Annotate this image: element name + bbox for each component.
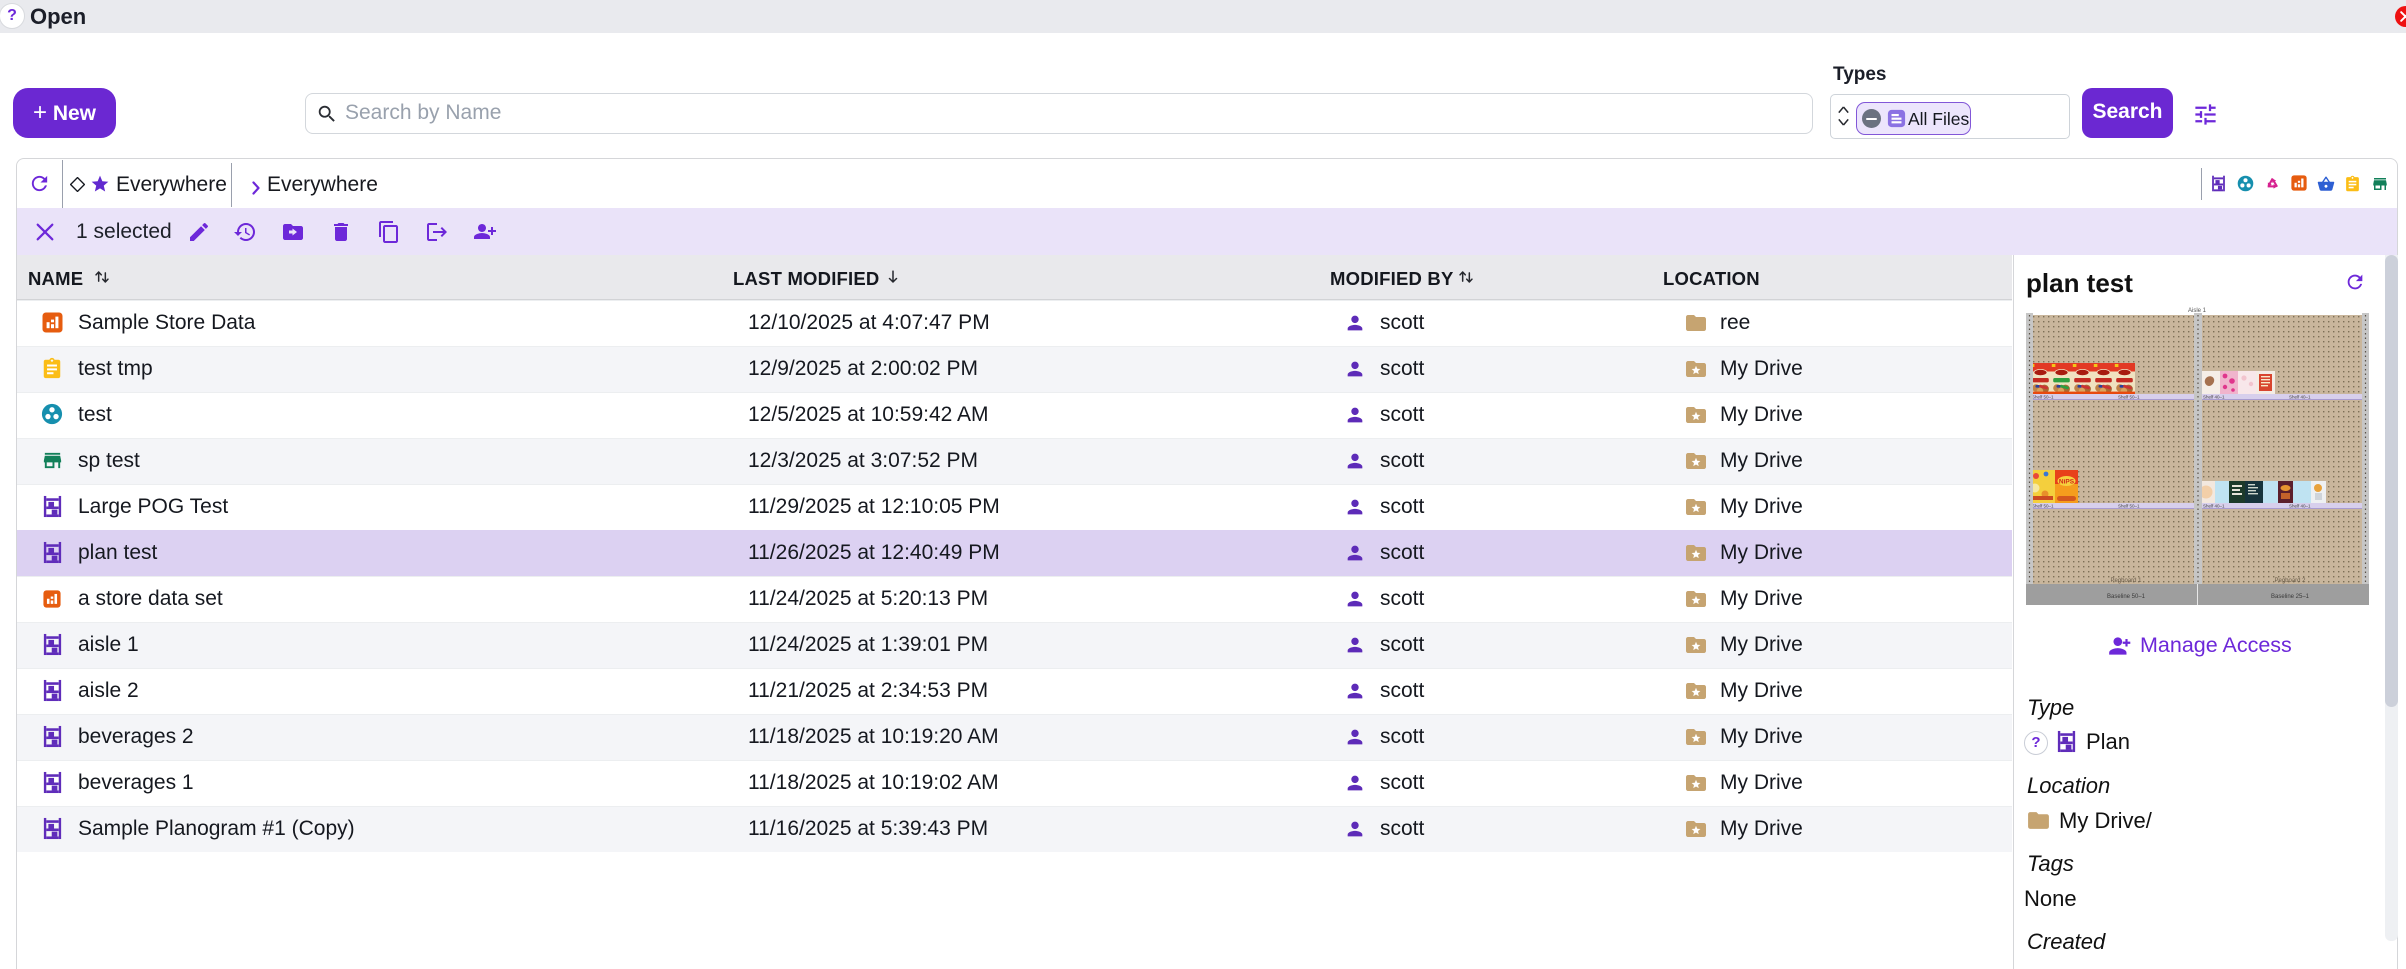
svg-text:Shelf 50–1: Shelf 50–1: [2032, 504, 2054, 509]
svg-text:Pegboard 1: Pegboard 1: [2110, 578, 2142, 584]
svg-text:Shelf 40–1: Shelf 40–1: [2289, 504, 2311, 509]
svg-text:Shelf 50–1: Shelf 50–1: [2118, 395, 2140, 400]
svg-text:Baseline 25–1: Baseline 25–1: [2271, 594, 2310, 600]
svg-text:Pegboard 2: Pegboard 2: [2274, 578, 2306, 584]
svg-text:Shelf 50–1: Shelf 50–1: [2032, 395, 2054, 400]
svg-text:Shelf 50–1: Shelf 50–1: [2118, 504, 2140, 509]
svg-text:Shelf 40–1: Shelf 40–1: [2203, 504, 2225, 509]
svg-text:Shelf 40–1: Shelf 40–1: [2289, 395, 2311, 400]
svg-text:NiPS: NiPS: [2059, 479, 2075, 486]
svg-text:Baseline 50–1: Baseline 50–1: [2107, 594, 2146, 600]
svg-text:Shelf 40–1: Shelf 40–1: [2203, 395, 2225, 400]
